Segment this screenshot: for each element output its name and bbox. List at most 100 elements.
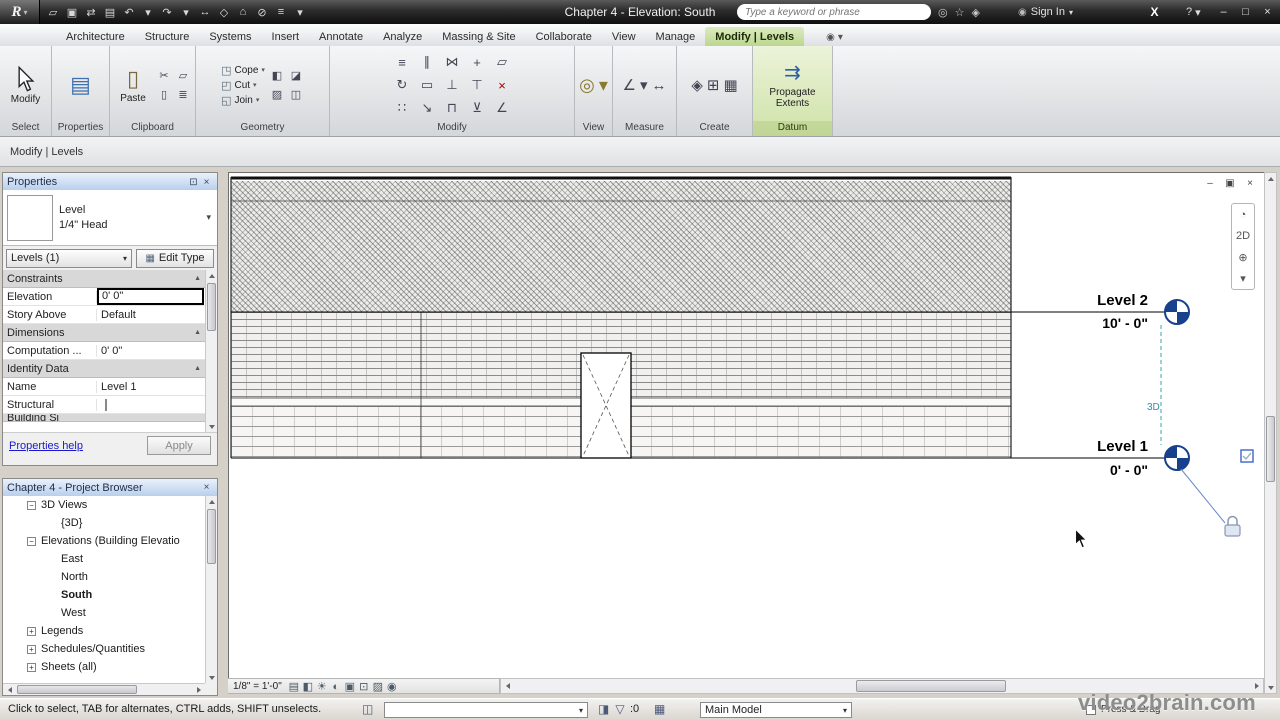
panel-label-clipboard[interactable]: Clipboard	[110, 121, 195, 136]
scroll-down-icon[interactable]	[206, 421, 217, 432]
panel-label-select[interactable]: Select	[0, 121, 51, 136]
apply-button[interactable]: Apply	[147, 436, 211, 455]
beam-joins-icon[interactable]: ◫	[288, 87, 304, 103]
tree-expand-icon[interactable]: +	[27, 662, 36, 672]
offset-icon[interactable]: ∥	[419, 54, 435, 70]
editable-only-icon[interactable]: ◨	[598, 702, 609, 716]
modify-button[interactable]: Modify	[4, 65, 47, 105]
reveal-hidden-icon[interactable]: ◉	[385, 680, 399, 693]
tree-collapse-icon[interactable]: −	[27, 536, 36, 546]
browser-item-south[interactable]: South	[3, 586, 205, 604]
thin-lines-icon[interactable]: ≡	[274, 6, 288, 18]
open-icon[interactable]: ▱	[46, 6, 60, 19]
panel-label-measure[interactable]: Measure	[613, 121, 676, 136]
temporary-hide-icon[interactable]: ▨	[371, 680, 385, 693]
browser-item-east[interactable]: East	[3, 550, 205, 568]
properties-palette-header[interactable]: Properties ⊡ ×	[3, 173, 217, 190]
view-dropdown-icon[interactable]: ▾	[599, 75, 608, 96]
sun-path-icon[interactable]: ☀	[315, 680, 329, 693]
cut-button[interactable]: ◰ Cut ▾	[221, 79, 265, 92]
redo-icon[interactable]: ↷	[160, 6, 174, 19]
create-similar-icon[interactable]: ⊞	[707, 76, 720, 94]
worksets-icon[interactable]: ◫	[362, 702, 373, 716]
scroll-left-icon[interactable]	[3, 684, 16, 696]
level-1-name[interactable]: Level 1	[1008, 438, 1148, 455]
qat-customize-icon[interactable]: ▾	[293, 6, 307, 19]
scrollbar-thumb[interactable]	[207, 283, 216, 331]
section-row-building[interactable]: Building Si	[3, 414, 205, 422]
panel-label-modify[interactable]: Modify	[330, 121, 574, 136]
default-3d-view-icon[interactable]: ⌂	[236, 6, 250, 18]
scrollbar-thumb[interactable]	[1266, 416, 1275, 482]
panel-label-datum[interactable]: Datum	[753, 121, 832, 136]
application-menu-button[interactable]: R ▾	[0, 0, 40, 24]
tab-systems[interactable]: Systems	[199, 27, 261, 46]
array-icon[interactable]: ∷	[394, 100, 410, 116]
scroll-up-icon[interactable]	[206, 496, 218, 507]
tab-annotate[interactable]: Annotate	[309, 27, 373, 46]
view-restore-icon[interactable]: ▣	[1224, 178, 1236, 189]
collapse-icon[interactable]: ▲	[194, 275, 205, 282]
browser-close-icon[interactable]: ×	[200, 482, 213, 493]
tree-expand-icon[interactable]: +	[27, 644, 36, 654]
structural-checkbox[interactable]	[105, 398, 107, 411]
scrollbar-thumb[interactable]	[17, 685, 137, 694]
tab-insert[interactable]: Insert	[262, 27, 310, 46]
section-row-identity-data[interactable]: Identity Data ▲	[3, 360, 205, 378]
name-value-field[interactable]: Level 1	[97, 381, 205, 393]
tab-massing-site[interactable]: Massing & Site	[432, 27, 525, 46]
zoom-icon[interactable]: ⊕	[1234, 249, 1252, 265]
scroll-down-icon[interactable]	[206, 672, 218, 683]
steering-wheel-icon[interactable]: ◔	[1234, 207, 1252, 223]
cut-to-clipboard-icon[interactable]: ✂	[156, 68, 172, 84]
scroll-up-icon[interactable]	[206, 270, 217, 281]
ribbon-display-toggle[interactable]: ◉ ▾	[820, 29, 849, 46]
palette-close-icon[interactable]: ×	[200, 177, 213, 188]
undo-icon[interactable]: ↶	[122, 6, 136, 19]
type-selector[interactable]: Level 1/4" Head ▾	[3, 190, 217, 246]
design-options-icon[interactable]: ▦	[654, 702, 665, 716]
browser-item-3d[interactable]: {3D}	[3, 514, 205, 532]
scroll-down-icon[interactable]	[1265, 682, 1277, 693]
drawing-area[interactable]: Level 2 10' - 0" Level 1 0' - 0" 3D – ▣ × …	[228, 172, 1264, 678]
rotate-icon[interactable]: ↻	[394, 77, 410, 93]
edit-type-button[interactable]: ▦ Edit Type	[136, 248, 214, 268]
view-close-icon[interactable]: ×	[1244, 178, 1256, 189]
move-icon[interactable]: +	[469, 54, 485, 70]
browser-item-sheets[interactable]: + Sheets (all)	[3, 658, 205, 676]
zoom-dropdown-icon[interactable]: ▾	[1234, 270, 1252, 286]
palette-dock-icon[interactable]: ⊡	[187, 177, 200, 188]
delete-icon[interactable]: ×	[494, 77, 510, 93]
tree-collapse-icon[interactable]: −	[27, 500, 36, 510]
section-row-constraints[interactable]: Constraints ▲	[3, 270, 205, 288]
elevation-value-field[interactable]: 0' 0"	[97, 288, 204, 305]
tab-modify-levels[interactable]: Modify | Levels	[705, 27, 805, 46]
type-selector-dropdown-icon[interactable]: ▾	[206, 212, 213, 223]
browser-vertical-scrollbar[interactable]	[205, 496, 217, 683]
browser-item-legends[interactable]: + Legends	[3, 622, 205, 640]
copy-to-clipboard-icon[interactable]: ▱	[175, 68, 191, 84]
copy-icon[interactable]: ▱	[494, 54, 510, 70]
filter-icon[interactable]: ▽	[615, 702, 624, 716]
properties-help-link[interactable]: Properties help	[9, 440, 83, 452]
sync-icon[interactable]: ⇄	[84, 6, 98, 19]
tab-view[interactable]: View	[602, 27, 646, 46]
level-2-elevation[interactable]: 10' - 0"	[1008, 315, 1148, 331]
tab-collaborate[interactable]: Collaborate	[526, 27, 602, 46]
panel-label-properties[interactable]: Properties	[52, 121, 109, 136]
save-icon[interactable]: ▣	[65, 6, 79, 19]
tab-structure[interactable]: Structure	[135, 27, 200, 46]
create-assembly-icon[interactable]: ▦	[723, 76, 737, 94]
scrollbar-thumb[interactable]	[207, 509, 216, 564]
browser-item-3d-views[interactable]: − 3D Views	[3, 496, 205, 514]
cope-button[interactable]: ◳ Cope ▾	[221, 64, 265, 77]
crop-region-icon[interactable]: ⊡	[357, 680, 371, 693]
subscription-center-icon[interactable]: ☆	[955, 6, 965, 19]
level-1-elevation[interactable]: 0' - 0"	[1008, 462, 1148, 478]
visual-style-icon[interactable]: ◧	[301, 680, 315, 693]
aligned-dimension-icon[interactable]: ↔	[651, 77, 666, 94]
pin-icon[interactable]: ⊤	[469, 77, 485, 93]
paste-button[interactable]: ▯ Paste	[114, 66, 152, 104]
browser-item-north[interactable]: North	[3, 568, 205, 586]
mirror-icon[interactable]: ⋈	[444, 54, 460, 70]
